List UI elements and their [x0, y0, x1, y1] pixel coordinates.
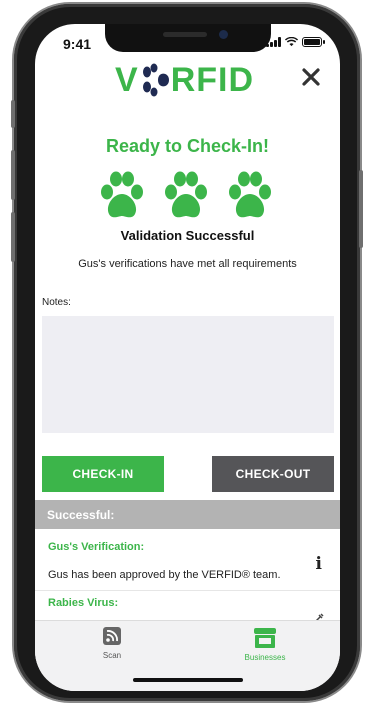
logo-text-rfid: RFID: [170, 60, 255, 99]
list-item-title: Gus's Verification:: [48, 541, 145, 553]
list-item[interactable]: Gus's Verification: Gus has been approve…: [35, 529, 340, 591]
cellular-signal-icon: [266, 37, 281, 47]
tab-label: Businesses: [244, 653, 286, 662]
tab-scan[interactable]: Scan: [62, 627, 162, 660]
power-button: [359, 170, 363, 248]
screen: 9:41 V RFID Ready to Check-In! Validatio…: [35, 24, 340, 691]
status-time: 9:41: [63, 36, 92, 52]
notch: [105, 24, 271, 52]
validation-status: Validation Successful: [120, 228, 255, 243]
battery-icon: [302, 37, 325, 47]
info-icon[interactable]: i: [316, 554, 322, 574]
notes-field[interactable]: [42, 316, 334, 433]
close-icon: [302, 68, 320, 86]
storefront-icon: [254, 628, 276, 648]
paw-logo-icon: [142, 63, 169, 97]
volume-up-button: [11, 150, 15, 200]
paw-icon: [229, 171, 271, 218]
paw-icon: [101, 171, 143, 218]
close-button[interactable]: [300, 66, 322, 88]
scan-icon: [103, 627, 121, 645]
status-icons: [266, 37, 325, 47]
check-out-button[interactable]: CHECK-OUT: [212, 456, 334, 492]
list-item-description: Gus has been approved by the VERFID® tea…: [48, 569, 281, 581]
tab-businesses[interactable]: Businesses: [215, 627, 315, 662]
tab-label: Scan: [102, 651, 122, 660]
list-item-title: Rabies Virus:: [48, 597, 119, 609]
volume-down-button: [11, 212, 15, 262]
home-indicator: [133, 678, 243, 682]
wifi-icon: [285, 37, 298, 47]
front-camera: [219, 30, 228, 39]
paw-icon: [165, 171, 207, 218]
notes-label: Notes:: [42, 297, 71, 308]
logo-text-v: V: [115, 60, 139, 99]
check-in-button[interactable]: CHECK-IN: [42, 456, 164, 492]
section-header-successful: Successful:: [35, 500, 340, 529]
verfid-logo: V RFID: [115, 60, 254, 100]
page-title: Ready to Check-In!: [105, 136, 270, 156]
speaker: [163, 32, 207, 37]
mute-switch: [11, 100, 15, 128]
requirements-message: Gus's verifications have met all require…: [78, 258, 297, 270]
paw-row: [99, 170, 273, 220]
